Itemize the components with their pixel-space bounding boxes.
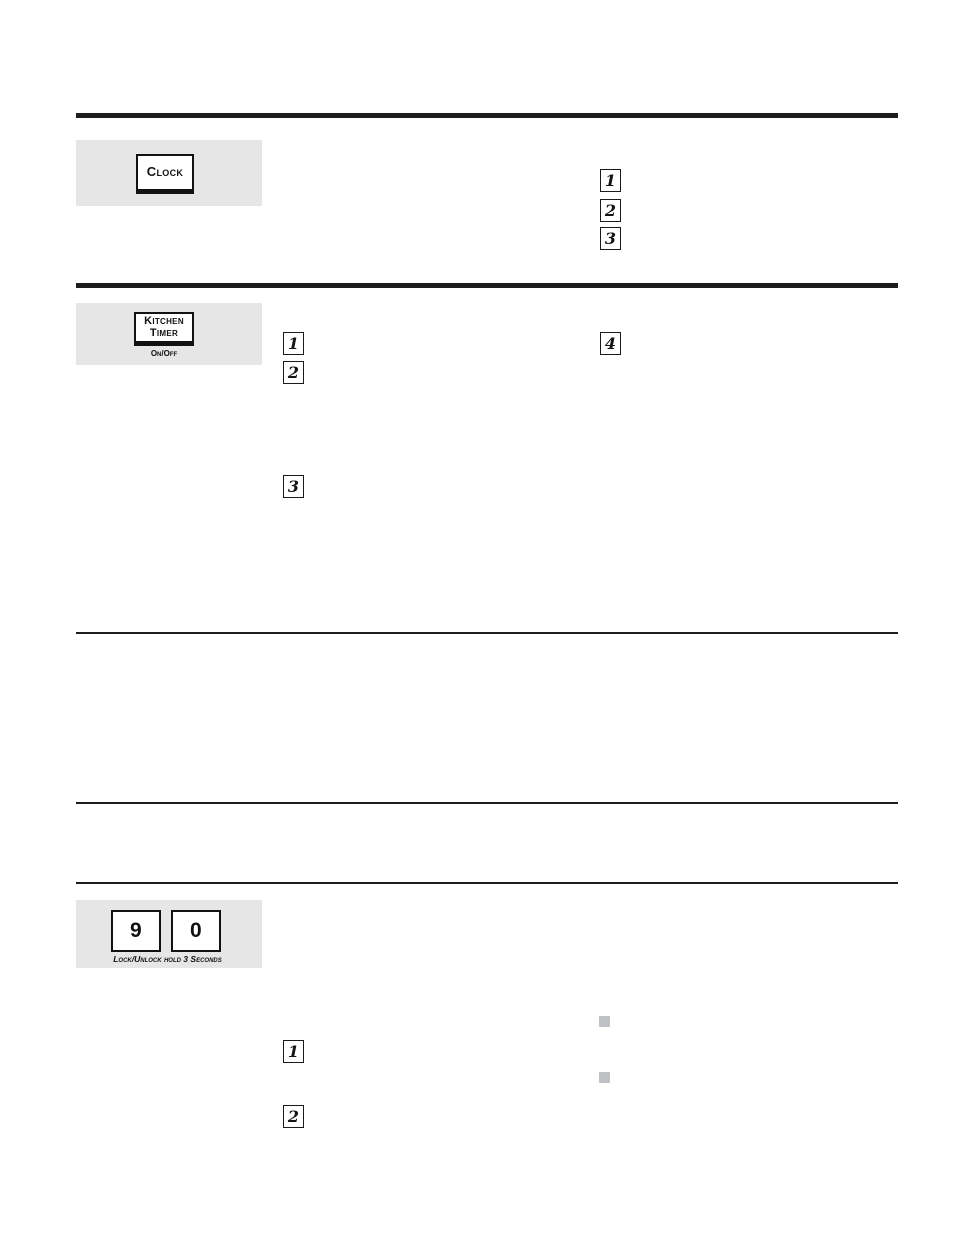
step-marker: 4 (600, 332, 621, 355)
lock-key-zero[interactable]: 0 (171, 910, 221, 952)
manual-page: Clock 1 2 3 Kitchen Timer On/Off 1 2 3 4… (0, 0, 954, 1235)
bullet-marker (599, 1016, 610, 1027)
section-rule-middle (76, 802, 898, 804)
control-lock-caption: Lock/Unlock hold 3 Seconds (113, 954, 222, 964)
lock-key-nine-label: 9 (130, 918, 142, 942)
step-marker: 1 (283, 332, 304, 355)
kitchen-timer-key[interactable]: Kitchen Timer (134, 312, 194, 346)
kitchen-timer-key-label-line1: Kitchen (144, 314, 184, 327)
step-marker: 3 (600, 227, 621, 250)
kitchen-timer-key-caption: On/Off (150, 349, 178, 358)
section-rule-top (76, 113, 898, 118)
lock-key-nine[interactable]: 9 (111, 910, 161, 952)
section-rule-timer-bottom (76, 632, 898, 634)
lock-key-zero-label: 0 (190, 918, 202, 942)
step-marker: 1 (283, 1040, 304, 1063)
clock-key-label: Clock (146, 164, 184, 180)
step-marker: 3 (283, 475, 304, 498)
step-marker: 1 (600, 169, 621, 192)
clock-key[interactable]: Clock (136, 154, 194, 194)
step-marker: 2 (283, 361, 304, 384)
kitchen-timer-key-label-line2: Timer (149, 326, 179, 339)
step-marker: 2 (283, 1105, 304, 1128)
clock-control-panel: Clock (76, 140, 262, 206)
section-rule-clock-bottom (76, 283, 898, 288)
control-lock-panel: 9 0 Lock/Unlock hold 3 Seconds (76, 900, 262, 968)
section-rule-lock-top (76, 882, 898, 884)
bullet-marker (599, 1072, 610, 1083)
step-marker: 2 (600, 199, 621, 222)
kitchen-timer-control-panel: Kitchen Timer On/Off (76, 303, 262, 365)
